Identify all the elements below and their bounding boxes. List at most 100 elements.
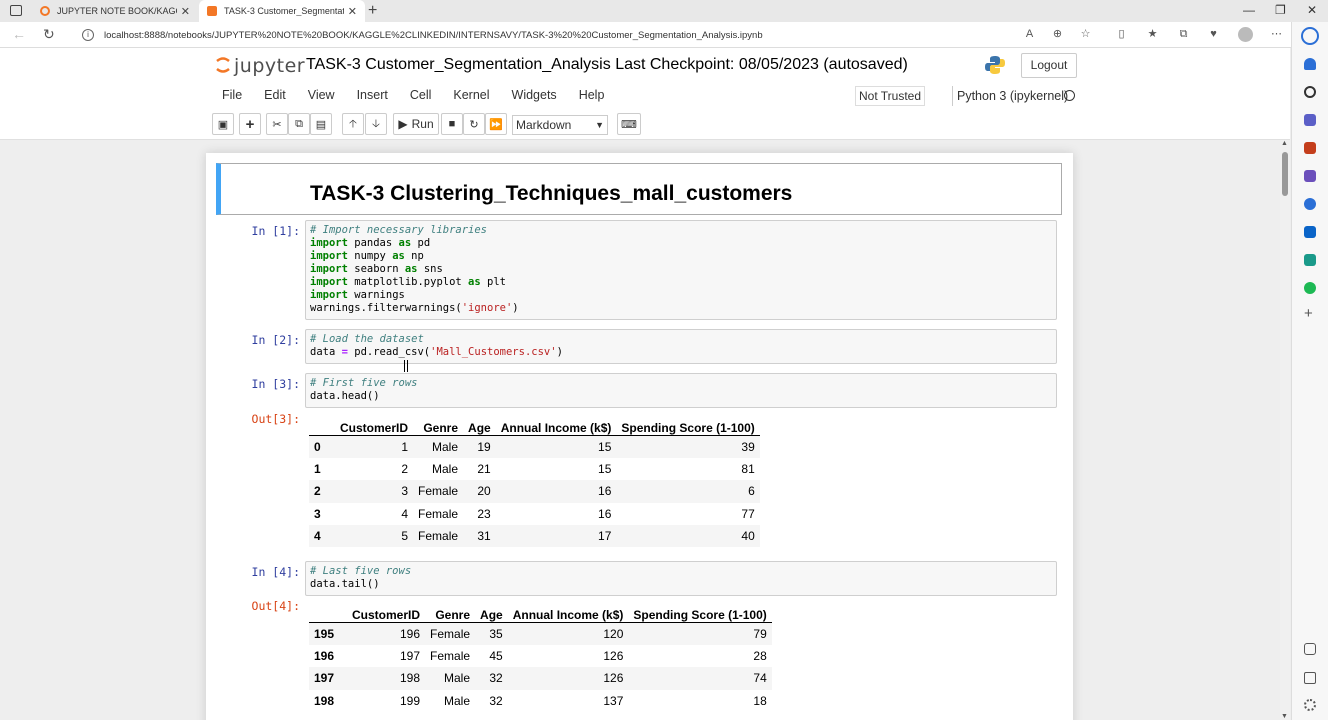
back-icon[interactable]: ← <box>12 26 26 42</box>
copy-button[interactable]: ⧉ <box>288 113 310 135</box>
text-cursor-icon <box>404 360 408 372</box>
split-screen-icon[interactable]: ▯ <box>1115 28 1128 41</box>
spotify-icon[interactable] <box>1304 282 1316 294</box>
menu-cell[interactable]: Cell <box>400 84 444 106</box>
browser-tab-1[interactable]: JUPYTER NOTE BOOK/KAGGLE/L ✕ <box>32 0 198 22</box>
code-keyword: import <box>310 250 348 262</box>
move-down-button[interactable]: 🡣 <box>365 113 387 135</box>
code-comment: # First five rows <box>310 377 418 389</box>
favorite-icon[interactable]: ☆ <box>1079 28 1092 41</box>
close-tab-icon[interactable]: ✕ <box>181 5 190 18</box>
menu-widgets[interactable]: Widgets <box>502 84 569 106</box>
drop-icon[interactable] <box>1304 254 1316 266</box>
scrollbar-thumb[interactable] <box>1282 152 1288 196</box>
insert-cell-button[interactable]: + <box>239 113 261 135</box>
cell-type-select[interactable]: Markdown ▼ <box>512 115 608 135</box>
column-header: Annual Income (k$) <box>495 413 617 436</box>
copilot-icon[interactable] <box>1301 27 1319 45</box>
restart-button[interactable]: ↻ <box>463 113 485 135</box>
page-scrollbar[interactable]: ▲ ▼ <box>1280 140 1290 720</box>
performance-icon[interactable]: ♥ <box>1207 28 1220 41</box>
scroll-up-icon[interactable]: ▲ <box>1281 140 1288 147</box>
menu-view[interactable]: View <box>298 84 347 106</box>
refresh-icon[interactable]: ↻ <box>43 26 55 43</box>
tab-actions-icon[interactable] <box>10 5 22 16</box>
notebook-heading: TASK-3 Clustering_Techniques_mall_custom… <box>310 182 793 205</box>
close-window-icon[interactable]: ✕ <box>1307 3 1317 17</box>
table-cell: 35 <box>489 626 503 641</box>
favorites-icon[interactable]: ★ <box>1146 28 1159 41</box>
code-cell[interactable]: # Import necessary libraries import pand… <box>305 220 1057 320</box>
save-icon: ▣ <box>217 118 229 131</box>
table-row: 195 196 Female 35 120 79 <box>309 622 772 645</box>
menu-kernel[interactable]: Kernel <box>443 84 501 106</box>
cut-button[interactable]: ✂ <box>266 113 288 135</box>
table-cell: 4 <box>401 506 409 521</box>
add-sidebar-app-icon[interactable]: + <box>1304 306 1316 321</box>
microsoft365-icon[interactable] <box>1304 198 1316 210</box>
menu-insert[interactable]: Insert <box>347 84 400 106</box>
close-tab-icon[interactable]: ✕ <box>348 5 357 18</box>
minimize-icon[interactable]: — <box>1243 3 1255 17</box>
notifications-icon[interactable] <box>1304 58 1316 70</box>
copy-icon: ⧉ <box>295 117 303 130</box>
code-content: # Last five rows data.tail() <box>310 565 1052 591</box>
logout-button[interactable]: Logout <box>1021 53 1077 78</box>
shopping-icon[interactable] <box>1304 114 1316 126</box>
code-text: pandas <box>347 237 399 249</box>
collections-icon[interactable]: ⧉ <box>1177 28 1190 41</box>
games-icon[interactable] <box>1304 170 1316 182</box>
menu-file[interactable]: File <box>212 84 254 106</box>
code-cell[interactable]: # First five rows data.head() <box>305 373 1057 408</box>
tools-icon[interactable] <box>1304 142 1316 154</box>
screenshot-icon[interactable] <box>1304 672 1316 684</box>
outlook-icon[interactable] <box>1304 226 1316 238</box>
read-aloud-icon[interactable]: A <box>1023 28 1036 41</box>
table-cell: 19 <box>477 439 491 454</box>
url-text: localhost:8888/notebooks/JUPYTER%20NOTE%… <box>104 29 763 41</box>
move-up-button[interactable]: 🡡 <box>342 113 364 135</box>
search-icon[interactable] <box>1304 86 1316 98</box>
settings-icon[interactable] <box>1304 699 1316 711</box>
browser-tab-2[interactable]: TASK-3 Customer_Segmentation_ ✕ <box>199 0 365 22</box>
maximize-icon[interactable]: ❐ <box>1275 3 1286 17</box>
new-tab-icon[interactable]: + <box>368 2 377 20</box>
table-cell: 196 <box>399 626 421 641</box>
code-text: pd <box>411 237 431 249</box>
menu-help[interactable]: Help <box>569 84 617 106</box>
code-cell[interactable]: # Last five rows data.tail() <box>305 561 1057 596</box>
index-header <box>309 413 335 436</box>
site-info-icon[interactable]: i <box>82 29 94 41</box>
restart-run-all-button[interactable]: ⏩ <box>485 113 507 135</box>
scroll-down-icon[interactable]: ▼ <box>1281 713 1288 720</box>
column-header: CustomerID <box>335 413 414 436</box>
table-cell: 32 <box>489 671 503 686</box>
menu-edit[interactable]: Edit <box>254 84 298 106</box>
interrupt-button[interactable]: ■ <box>441 113 463 135</box>
run-button[interactable]: ▶ Run <box>393 113 439 135</box>
plus-icon: + <box>245 115 255 133</box>
save-button[interactable]: ▣ <box>212 113 234 135</box>
hide-sidebar-icon[interactable] <box>1304 643 1316 655</box>
code-text: data.tail() <box>310 578 380 590</box>
paste-button[interactable]: ▤ <box>310 113 332 135</box>
command-palette-button[interactable]: ⌨ <box>617 113 641 135</box>
more-options-icon[interactable]: ⋯ <box>1270 28 1283 41</box>
zoom-icon[interactable]: ⊕ <box>1051 28 1064 41</box>
table-cell: 17 <box>598 529 612 544</box>
column-header: Spending Score (1-100) <box>616 413 760 436</box>
table-row: 2 3 Female 20 16 6 <box>309 480 760 503</box>
code-text: data <box>310 346 342 358</box>
notebook-title[interactable]: TASK-3 Customer_Segmentation_Analysis La… <box>306 56 908 74</box>
table-cell: 16 <box>598 506 612 521</box>
url-field[interactable]: i localhost:8888/notebooks/JUPYTER%20NOT… <box>76 25 1098 45</box>
kernel-name[interactable]: Python 3 (ipykernel) <box>952 86 1068 106</box>
trust-status-button[interactable]: Not Trusted <box>855 86 925 106</box>
profile-avatar[interactable] <box>1238 27 1253 42</box>
jupyter-logo-text[interactable]: jupyter <box>234 55 305 77</box>
markdown-cell[interactable]: TASK-3 Clustering_Techniques_mall_custom… <box>216 163 1062 215</box>
code-cell[interactable]: # Load the dataset data = pd.read_csv('M… <box>305 329 1057 364</box>
notebook-name[interactable]: TASK-3 Customer_Segmentation_Analysis <box>306 56 611 73</box>
table-row: 0 1 Male 19 15 39 <box>309 435 760 458</box>
row-index: 4 <box>314 529 321 544</box>
